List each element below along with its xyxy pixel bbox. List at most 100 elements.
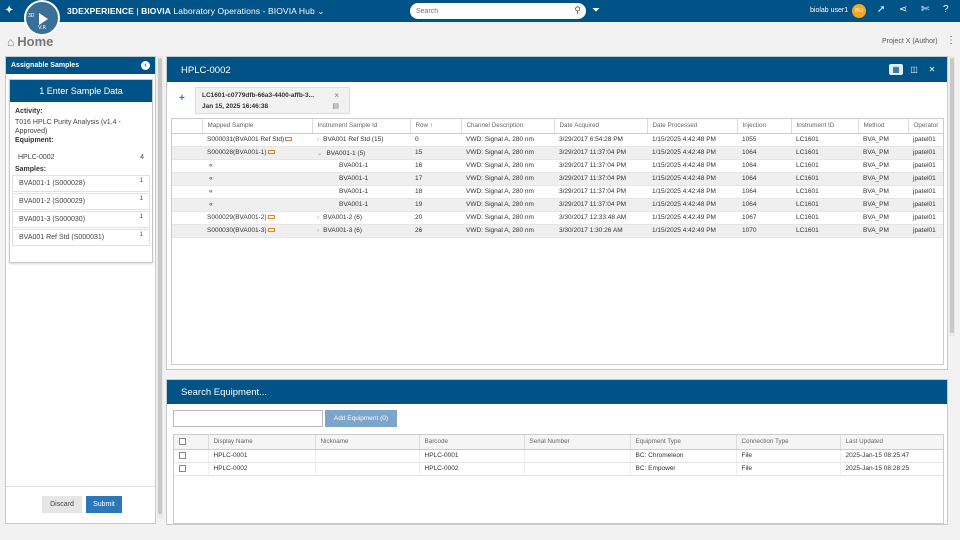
equipment-item[interactable]: HPLC-0002 4: [12, 149, 150, 165]
table-row[interactable]: HPLC-0002 HPLC-0002 BC: Empower File 2025-Ja…: [174, 462, 943, 476]
row-select-cell[interactable]: [172, 133, 202, 147]
instrument-sample-cell[interactable]: › BVA001-2 (6): [312, 211, 410, 225]
column-header[interactable]: Injection: [737, 119, 792, 134]
user-name[interactable]: biolab user1: [810, 7, 848, 14]
collapse-icon[interactable]: ‹: [141, 61, 150, 70]
discard-button[interactable]: Discard: [42, 496, 82, 513]
column-header[interactable]: Instrument ID: [791, 119, 859, 134]
mapped-sample-cell[interactable]: S000031(BVA001 Ref Std): [202, 133, 312, 147]
mapped-sample-cell[interactable]: «: [202, 172, 312, 186]
column-header[interactable]: Channel Description: [461, 119, 555, 134]
add-equipment-button[interactable]: Add Equipment (0): [325, 410, 397, 427]
column-header[interactable]: Barcode: [419, 435, 525, 450]
column-header[interactable]: Date Acquired: [554, 119, 648, 134]
row-checkbox[interactable]: [179, 464, 186, 472]
compass-button[interactable]: 3D V.R: [24, 0, 60, 36]
instrument-sample-cell[interactable]: BVA001-1: [312, 172, 410, 186]
search-input[interactable]: [410, 3, 560, 19]
help-icon[interactable]: ?: [943, 4, 949, 16]
select-all-checkbox[interactable]: [179, 438, 186, 446]
close-icon[interactable]: ✕: [925, 64, 939, 75]
column-header[interactable]: Row ↑: [410, 119, 462, 134]
tag-icon[interactable]: ⏷: [592, 5, 600, 16]
table-row[interactable]: S000029(BVA001-2) › BVA001-2 (6) 20 VWD: Sig…: [172, 211, 943, 225]
column-header[interactable]: Connection Type: [736, 435, 841, 450]
row-select-cell[interactable]: [172, 185, 202, 199]
row-select-cell[interactable]: [172, 198, 202, 212]
home-icon[interactable]: ⌂: [7, 35, 14, 49]
instrument-sample-cell[interactable]: › BVA001-3 (6): [312, 224, 410, 238]
table-row[interactable]: S000031(BVA001 Ref Std) › BVA001 Ref Std (…: [172, 133, 943, 147]
table-row[interactable]: « BVA001-1 16 VWD: Signal A, 280 nm 3/29/201…: [172, 159, 943, 173]
flag-icon[interactable]: [267, 215, 275, 220]
split-view-icon[interactable]: ◫: [907, 64, 921, 75]
table-row[interactable]: « BVA001-1 17 VWD: Signal A, 280 nm 3/29/201…: [172, 172, 943, 186]
instrument-sample-cell[interactable]: BVA001-1: [312, 185, 410, 199]
share-icon[interactable]: ⋖: [899, 4, 907, 16]
add-file-icon[interactable]: +: [179, 93, 185, 104]
column-header[interactable]: Display Name: [208, 435, 316, 450]
mapped-sample-cell[interactable]: «: [202, 185, 312, 199]
scrollbar-thumb[interactable]: [158, 58, 162, 514]
left-scrollbar[interactable]: [157, 56, 163, 518]
file-tab[interactable]: LC1601-c0779dfb-66a3-4400-affb-3... Jan …: [195, 87, 350, 114]
avatar[interactable]: BU: [852, 4, 866, 18]
expand-icon[interactable]: ›: [317, 227, 319, 234]
sort-asc-icon[interactable]: ↑: [430, 122, 433, 129]
column-header[interactable]: Equipment Type: [630, 435, 737, 450]
sample-item[interactable]: BVA001-1 (S000028) 1: [12, 175, 150, 192]
row-select-cell[interactable]: [172, 172, 202, 186]
column-header[interactable]: Last Updated: [840, 435, 943, 450]
tools-icon[interactable]: ✄: [921, 4, 929, 16]
mapped-sample-cell[interactable]: «: [202, 159, 312, 173]
chevron-down-icon[interactable]: ⌄: [317, 6, 324, 16]
mapped-sample-cell[interactable]: «: [202, 198, 312, 212]
column-header[interactable]: Instrument Sample Id: [312, 119, 411, 134]
mapped-sample-cell[interactable]: S000030(BVA001-3): [202, 224, 312, 238]
column-header[interactable]: Mapped Sample: [202, 119, 313, 134]
search-icon[interactable]: ⚲: [574, 6, 581, 15]
table-row[interactable]: S000028(BVA001-1) ⌄ BVA001-1 (5) 15 VWD: Sig…: [172, 146, 943, 160]
column-header[interactable]: Date Processed: [647, 119, 738, 134]
expand-icon[interactable]: ⌄: [317, 150, 322, 157]
right-scrollbar[interactable]: [949, 56, 955, 336]
row-select-cell[interactable]: [172, 159, 202, 173]
flag-icon[interactable]: [267, 228, 275, 233]
project-label[interactable]: Project X (Author): [882, 38, 938, 45]
column-header[interactable]: Nickname: [315, 435, 420, 450]
instrument-sample-cell[interactable]: › BVA001 Ref Std (15): [312, 133, 410, 147]
column-header[interactable]: Method: [858, 119, 909, 134]
grid-view-icon[interactable]: ▦: [889, 64, 903, 75]
column-header[interactable]: Serial Number: [524, 435, 631, 450]
app-title[interactable]: 3DEXPERIENCE | BIOVIA Laboratory Operati…: [67, 6, 325, 17]
mapped-sample-cell[interactable]: S000029(BVA001-2): [202, 211, 312, 225]
tab-menu-icon[interactable]: ▤: [332, 102, 339, 110]
expand-icon[interactable]: ›: [317, 136, 319, 143]
submit-button[interactable]: Submit: [86, 496, 122, 513]
table-row[interactable]: HPLC-0001 HPLC-0001 BC: Chromeleon File 2025…: [174, 449, 943, 463]
sample-item[interactable]: BVA001 Ref Std (S000031) 1: [12, 229, 150, 246]
row-checkbox[interactable]: [179, 451, 186, 459]
row-select-cell[interactable]: [172, 146, 202, 160]
flag-icon[interactable]: [285, 137, 293, 142]
instrument-sample-cell[interactable]: BVA001-1: [312, 198, 410, 212]
row-select-cell[interactable]: [172, 224, 202, 238]
close-tab-icon[interactable]: ×: [334, 91, 339, 100]
instrument-sample-cell[interactable]: ⌄ BVA001-1 (5): [312, 146, 410, 160]
row-select-cell[interactable]: [172, 211, 202, 225]
table-row[interactable]: S000030(BVA001-3) › BVA001-3 (6) 26 VWD: Sig…: [172, 224, 943, 238]
scrollbar-thumb[interactable]: [950, 58, 954, 333]
sample-item[interactable]: BVA001-2 (S000029) 1: [12, 193, 150, 210]
mapped-sample-cell[interactable]: S000028(BVA001-1): [202, 146, 312, 160]
column-header[interactable]: Operator: [908, 119, 943, 134]
comment-icon[interactable]: ➚: [877, 4, 885, 16]
search-box[interactable]: ⚲: [410, 3, 586, 19]
equipment-search-input[interactable]: [173, 410, 323, 427]
sample-item[interactable]: BVA001-3 (S000030) 1: [12, 211, 150, 228]
flag-icon[interactable]: [267, 150, 275, 155]
table-row[interactable]: « BVA001-1 18 VWD: Signal A, 280 nm 3/29/201…: [172, 185, 943, 199]
table-row[interactable]: « BVA001-1 19 VWD: Signal A, 280 nm 3/29/201…: [172, 198, 943, 212]
instrument-sample-cell[interactable]: BVA001-1: [312, 159, 410, 173]
expand-icon[interactable]: ›: [317, 214, 319, 221]
more-options-icon[interactable]: ⋮: [946, 36, 956, 46]
